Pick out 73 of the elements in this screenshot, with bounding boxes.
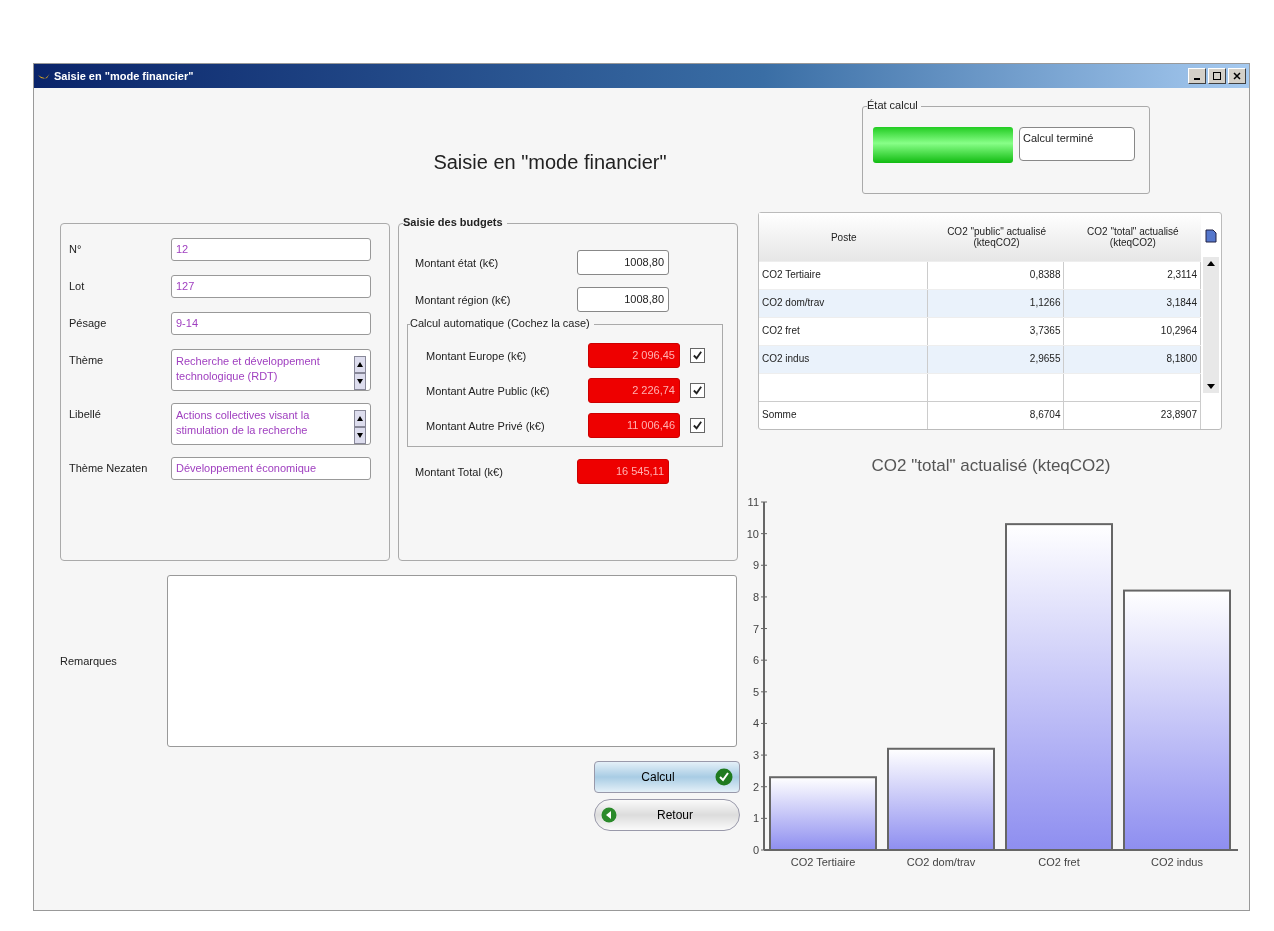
field-label: Pésage (69, 316, 108, 329)
field-label: Thème (69, 353, 105, 366)
export-icon[interactable] (1205, 229, 1217, 243)
field-label: Remarques (60, 655, 118, 667)
y-tick-label: 2 (752, 780, 759, 793)
y-tick-label: 4 (752, 717, 759, 730)
table-cell: 1,1266 (927, 290, 1065, 317)
field-label: N° (69, 242, 83, 255)
minimize-icon (1194, 78, 1200, 80)
field-label: Montant Autre Privé (k€) (426, 419, 546, 432)
table-cell: 8,6704 (927, 402, 1065, 429)
y-tick-label: 0 (752, 844, 759, 856)
y-tick-label: 7 (752, 622, 759, 635)
x-tick-label: CO2 dom/trav (906, 856, 976, 868)
column-header[interactable]: CO2 "total" actualisé (kteqCO2) (1064, 213, 1201, 261)
back-button[interactable]: Retour (594, 799, 740, 831)
field-label: Lot (69, 279, 86, 292)
amount-field[interactable]: 1008,80 (577, 287, 669, 312)
scrollbar[interactable] (1203, 257, 1219, 393)
field-label: Montant Europe (k€) (426, 349, 528, 362)
field-label: Montant état (k€) (415, 256, 500, 269)
y-tick-label: 3 (752, 749, 759, 762)
x-tick-label: CO2 fret (1038, 856, 1080, 868)
maximize-button[interactable] (1208, 68, 1226, 84)
text-area[interactable]: Recherche et développement technologique (RDT) (171, 349, 371, 391)
window-title: Saisie en "mode financier" (54, 70, 194, 82)
y-tick-label: 6 (752, 654, 759, 667)
y-tick-label: 1 (752, 812, 759, 825)
y-tick-label: 9 (752, 559, 759, 572)
column-header[interactable]: CO2 "public" actualisé (kteqCO2) (928, 213, 1065, 261)
status-field: Calcul terminé (1019, 127, 1135, 161)
x-tick-label: CO2 indus (1151, 856, 1203, 868)
y-tick-label: 8 (752, 590, 759, 603)
x-tick-label: CO2 Tertiaire (790, 856, 856, 868)
text-area[interactable]: Actions collectives visant la stimulation de la recherche (171, 403, 371, 445)
group-title: Saisie des budgets (403, 216, 507, 228)
amount-field[interactable]: 1008,80 (577, 250, 669, 275)
checkbox[interactable] (690, 418, 705, 433)
chart-title: CO2 "total" actualisé (kteqCO2) (870, 456, 1112, 476)
table-cell: 8,1800 (1064, 346, 1201, 373)
scroll-arrows-icon (354, 410, 366, 444)
field-label: Montant Autre Public (k€) (426, 384, 551, 397)
table-cell: 2,9655 (927, 346, 1065, 373)
field-label: Montant Total (k€) (415, 465, 504, 478)
minimize-button[interactable] (1188, 68, 1206, 84)
table-cell: 3,1844 (1064, 290, 1201, 317)
table-cell: CO2 indus (759, 346, 928, 373)
text-field[interactable]: 127 (171, 275, 371, 298)
field-label: Thème Nezaten (69, 461, 149, 474)
text-field[interactable]: Développement économique (171, 457, 371, 480)
text-field[interactable]: 12 (171, 238, 371, 261)
field-label: Libellé (69, 407, 102, 420)
text-field[interactable]: 9-14 (171, 312, 371, 335)
close-icon (1232, 71, 1242, 81)
scroll-arrows-icon (354, 356, 366, 390)
calculate-button[interactable]: Calcul (594, 761, 740, 793)
y-tick-label: 5 (752, 685, 759, 698)
check-icon (715, 768, 733, 786)
group-title: État calcul (867, 99, 921, 111)
table-cell: 23,8907 (1064, 402, 1201, 429)
remarks-field[interactable] (167, 575, 737, 747)
group-title: Calcul automatique (Cochez la case) (410, 317, 594, 329)
close-button[interactable] (1228, 68, 1246, 84)
maximize-icon (1212, 71, 1222, 81)
y-tick-label: 11 (747, 496, 759, 508)
field-label: Montant région (k€) (415, 293, 512, 306)
form-heading: Saisie en "mode financier" (433, 151, 667, 174)
column-header[interactable]: Poste (759, 213, 929, 261)
table-cell: Somme (759, 402, 928, 429)
table-cell: CO2 dom/trav (759, 290, 928, 317)
checkbox[interactable] (690, 348, 705, 363)
y-tick-label: 10 (746, 527, 759, 540)
checkbox[interactable] (690, 383, 705, 398)
